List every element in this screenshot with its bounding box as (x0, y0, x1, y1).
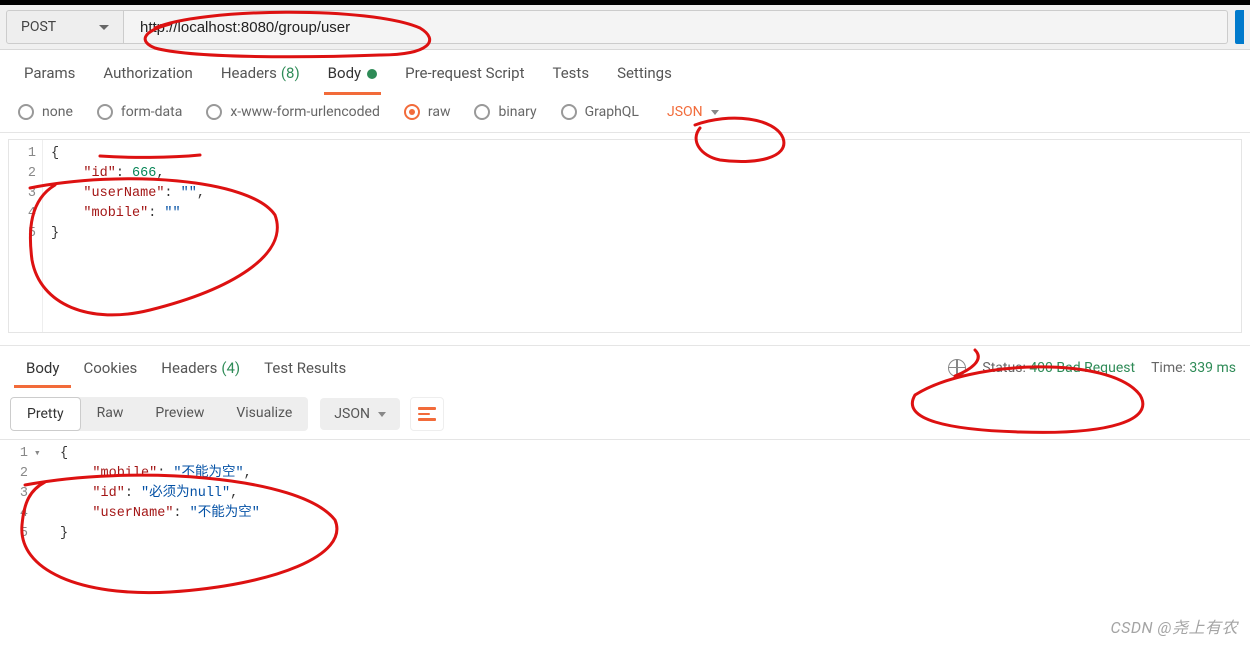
tab-authorization[interactable]: Authorization (89, 52, 206, 94)
request-body-code[interactable]: { "id": 666, "userName": "", "mobile": "… (43, 140, 213, 332)
tab-tests[interactable]: Tests (538, 52, 603, 94)
raw-type-select[interactable]: JSON (667, 104, 719, 120)
resp-tab-cookies[interactable]: Cookies (71, 349, 149, 387)
tab-pre-request[interactable]: Pre-request Script (391, 52, 538, 94)
tab-body[interactable]: Body (314, 52, 391, 94)
fold-caret-icon[interactable]: ▾ (34, 444, 41, 464)
response-type-select[interactable]: JSON (320, 398, 400, 430)
resp-tab-test-results[interactable]: Test Results (252, 349, 358, 387)
wrap-lines-button[interactable] (410, 397, 444, 431)
resp-tab-headers[interactable]: Headers(4) (149, 349, 252, 387)
url-input[interactable] (124, 10, 1228, 44)
view-visualize[interactable]: Visualize (220, 397, 308, 431)
body-type-urlencoded[interactable]: x-www-form-urlencoded (206, 104, 380, 120)
body-type-graphql[interactable]: GraphQL (561, 104, 639, 120)
response-tabs: Body Cookies Headers(4) Test Results (14, 349, 358, 387)
view-mode-group: Pretty Raw Preview Visualize (10, 397, 308, 431)
response-body-editor[interactable]: 1 2 3 4 5 ▾ { "mobile": "不能为空", "id": "必… (0, 439, 1250, 548)
send-button[interactable] (1235, 10, 1244, 44)
fold-column[interactable]: ▾ (34, 440, 52, 548)
request-tabs: Params Authorization Headers(8) Body Pre… (0, 50, 1250, 96)
watermark: CSDN @尧上有农 (1111, 614, 1238, 638)
http-method-value: POST (21, 19, 56, 35)
tab-settings[interactable]: Settings (603, 52, 686, 94)
status-time: 339 ms (1189, 360, 1236, 376)
chevron-down-icon (378, 412, 386, 417)
wrap-lines-icon (418, 407, 436, 421)
view-raw[interactable]: Raw (81, 397, 140, 431)
body-type-none[interactable]: none (18, 104, 73, 120)
response-view-bar: Pretty Raw Preview Visualize JSON (0, 389, 1250, 439)
globe-icon (948, 359, 966, 377)
http-method-select[interactable]: POST (6, 10, 124, 44)
body-type-raw[interactable]: raw (404, 104, 451, 120)
chevron-down-icon (99, 25, 109, 30)
chevron-down-icon (711, 110, 719, 115)
body-type-binary[interactable]: binary (474, 104, 536, 120)
modified-dot-icon (367, 69, 377, 79)
response-body-code: { "mobile": "不能为空", "id": "必须为null", "us… (52, 440, 268, 548)
line-gutter: 1 2 3 4 5 (9, 140, 43, 332)
tab-headers[interactable]: Headers(8) (207, 52, 314, 94)
body-type-form-data[interactable]: form-data (97, 104, 182, 120)
view-preview[interactable]: Preview (139, 397, 220, 431)
response-header: Body Cookies Headers(4) Test Results Sta… (0, 345, 1250, 389)
view-pretty[interactable]: Pretty (10, 397, 81, 431)
status-code: 400 Bad Request (1029, 360, 1135, 376)
request-bar: POST (0, 0, 1250, 50)
response-status: Status: 400 Bad Request Time: 339 ms (948, 359, 1236, 377)
body-type-row: none form-data x-www-form-urlencoded raw… (0, 96, 1250, 133)
request-body-editor[interactable]: 1 2 3 4 5 { "id": 666, "userName": "", "… (8, 139, 1242, 333)
line-gutter: 1 2 3 4 5 (0, 440, 34, 548)
resp-tab-body[interactable]: Body (14, 349, 71, 387)
tab-params[interactable]: Params (10, 52, 89, 94)
